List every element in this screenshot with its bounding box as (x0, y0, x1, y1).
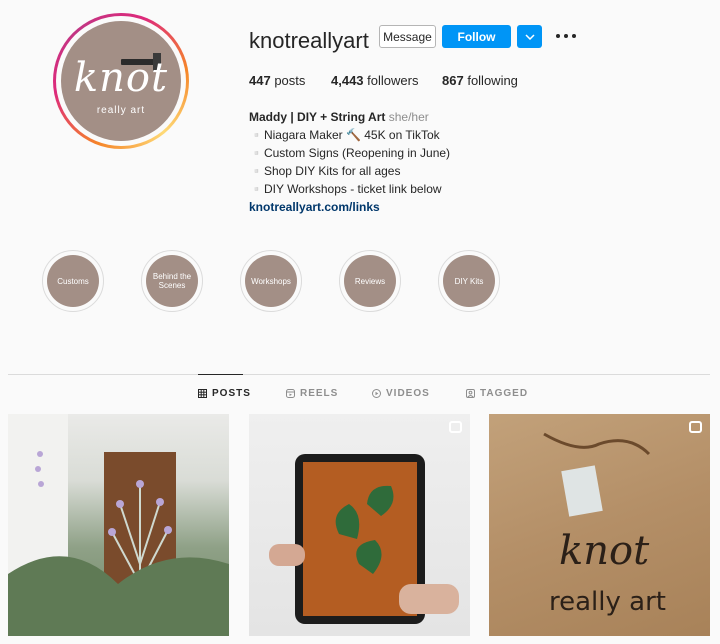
posts-label: posts (274, 73, 306, 88)
chevron-down-icon (524, 33, 535, 40)
carousel-icon (689, 421, 702, 433)
avatar-logo-main: knot (73, 55, 169, 101)
tab-label: POSTS (212, 388, 251, 399)
lavender-string-art-image (8, 414, 229, 636)
avatar-logo-sub: really art (96, 105, 146, 116)
username: knotreallyart (249, 28, 369, 53)
grid-icon (198, 389, 207, 398)
post-thumbnail[interactable] (8, 414, 229, 636)
bio-name-line: Maddy | DIY + String Art she/her (249, 108, 450, 126)
highlight-workshops[interactable]: Workshops (240, 250, 302, 312)
profile-avatar-ring[interactable]: knot really art (53, 13, 189, 149)
tab-tagged[interactable]: TAGGED (466, 388, 528, 399)
highlight-reviews[interactable]: Reviews (339, 250, 401, 312)
posts-stat: 447 posts (249, 73, 305, 88)
highlight-label: Workshops (245, 255, 297, 307)
post-thumbnail[interactable] (249, 414, 470, 636)
followers-stat[interactable]: 4,443 followers (331, 73, 418, 88)
tabs-divider (8, 374, 710, 375)
tab-videos[interactable]: VIDEOS (372, 388, 430, 399)
highlight-label: Reviews (344, 255, 396, 307)
bio-line: ▫️DIY Workshops - ticket link below (249, 182, 442, 196)
bio-line: ▫️Custom Signs (Reopening in June) (249, 146, 451, 160)
reels-icon (286, 389, 295, 398)
highlight-behind-the-scenes[interactable]: Behind the Scenes (141, 250, 203, 312)
bio-link[interactable]: knotreallyart.com/links (249, 198, 450, 216)
following-label: following (467, 73, 518, 88)
active-tab-indicator (198, 374, 243, 375)
highlight-label: Customs (47, 255, 99, 307)
profile-bio: Maddy | DIY + String Art she/her ▫️Niaga… (249, 108, 450, 216)
highlight-label: DIY Kits (443, 255, 495, 307)
svg-text:really art: really art (549, 587, 666, 617)
reel-icon (449, 421, 462, 433)
bio-line: ▫️Niagara Maker 🔨 45K on TikTok (249, 128, 440, 142)
highlight-label: Behind the Scenes (146, 255, 198, 307)
following-count: 867 (442, 73, 464, 88)
svg-text:knot: knot (559, 528, 650, 574)
tab-label: REELS (300, 388, 339, 399)
bio-line: ▫️Shop DIY Kits for all ages (249, 164, 401, 178)
highlight-diy-kits[interactable]: DIY Kits (438, 250, 500, 312)
following-stat[interactable]: 867 following (442, 73, 518, 88)
post-thumbnail[interactable]: knot really art (489, 414, 710, 636)
tab-reels[interactable]: REELS (286, 388, 338, 399)
monstera-ipad-art-image (269, 454, 459, 624)
pronouns: she/her (388, 110, 429, 124)
suggested-accounts-button[interactable] (517, 25, 542, 48)
tab-posts[interactable]: POSTS (198, 388, 251, 399)
followers-count: 4,443 (331, 73, 364, 88)
tag-icon (466, 389, 475, 398)
posts-count: 447 (249, 73, 271, 88)
highlight-customs[interactable]: Customs (42, 250, 104, 312)
follow-button[interactable]: Follow (442, 25, 511, 48)
tab-label: TAGGED (480, 388, 529, 399)
kraft-box-logo-image: knot really art (543, 432, 666, 617)
display-name: Maddy | DIY + String Art (249, 110, 386, 124)
profile-avatar[interactable]: knot really art (61, 21, 181, 141)
followers-label: followers (367, 73, 419, 88)
tab-label: VIDEOS (386, 388, 430, 399)
message-button[interactable]: Message (379, 25, 436, 48)
play-icon (372, 389, 381, 398)
more-options-icon[interactable] (556, 28, 576, 44)
